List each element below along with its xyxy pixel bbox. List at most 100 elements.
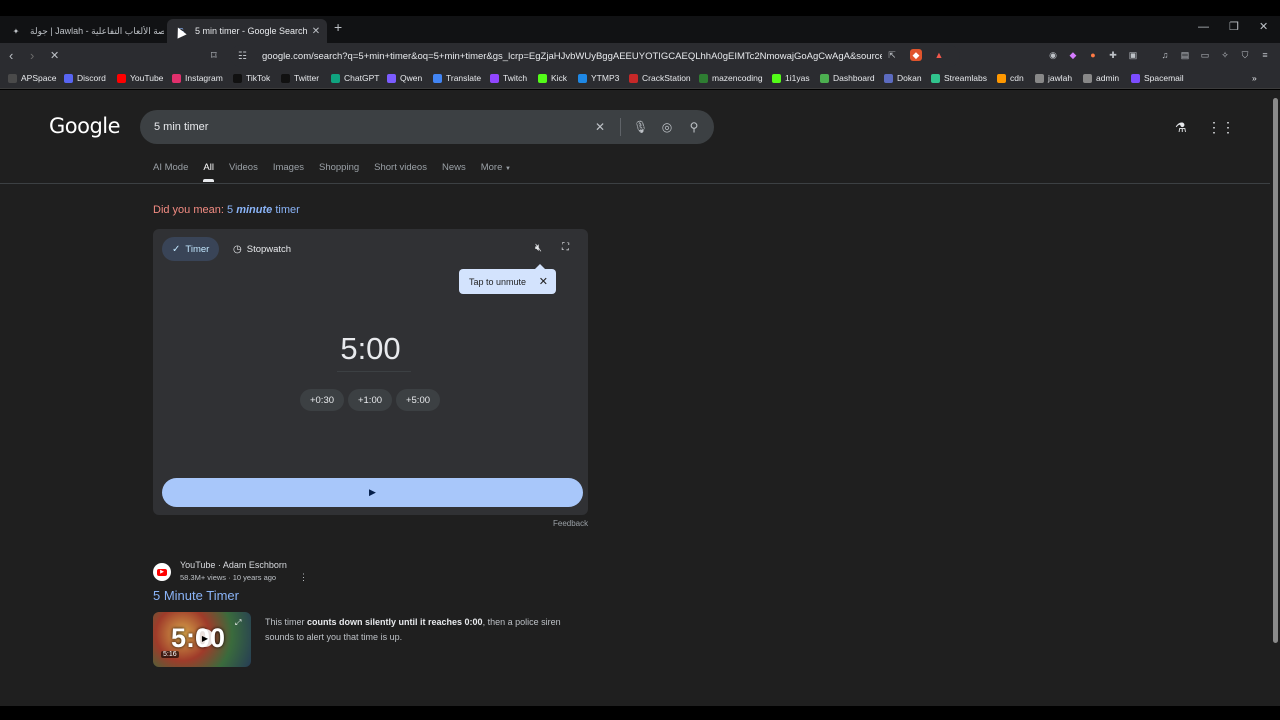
bookmark-qwen[interactable]: Qwen [387, 73, 422, 83]
timer-display-underline [337, 371, 411, 372]
bookmark-cdn[interactable]: cdn [997, 73, 1024, 83]
clear-search-icon[interactable]: ✕ [593, 120, 607, 134]
bookmark-favicon-icon [117, 73, 126, 83]
play-icon: ▶ [369, 487, 376, 497]
google-apps-icon[interactable]: ⋮⋮ [1207, 119, 1235, 136]
extension-1-icon[interactable]: ◉ [1047, 49, 1059, 61]
did-you-mean-link[interactable]: 5 minute timer [227, 204, 300, 216]
video-title-link[interactable]: 5 Minute Timer [153, 588, 239, 603]
new-tab-icon[interactable]: + [334, 19, 342, 35]
restore-icon[interactable]: ❐ [1229, 20, 1239, 33]
bookmark-crackstation[interactable]: CrackStation [629, 73, 691, 83]
bookmark-admin[interactable]: admin [1083, 73, 1119, 83]
bookmark-discord[interactable]: Discord [64, 73, 106, 83]
more-options-icon[interactable]: ⋮ [299, 572, 308, 583]
bookmark-ytmp3[interactable]: YTMP3 [578, 73, 619, 83]
bookmark-favicon-icon [1131, 73, 1140, 83]
bookmark-favicon-icon [997, 73, 1006, 83]
close-tooltip-icon[interactable]: ✕ [539, 275, 548, 288]
feedback-link[interactable]: Feedback [553, 519, 588, 528]
leo-ai-icon[interactable]: ✧ [1219, 49, 1231, 61]
fullscreen-icon[interactable]: ⛶ [562, 242, 569, 253]
forward-icon[interactable]: › [30, 48, 34, 63]
bookmark-label: admin [1096, 73, 1120, 83]
site-settings-icon[interactable]: ☷ [238, 51, 252, 62]
bookmark-kick[interactable]: Kick [538, 73, 567, 83]
lens-search-icon[interactable]: ◎ [660, 120, 674, 134]
chevron-down-icon: ▼ [505, 166, 511, 172]
add-1min-button[interactable]: +1:00 [348, 389, 392, 411]
minimize-icon[interactable]: — [1198, 21, 1209, 33]
bookmark-label: Qwen [400, 73, 423, 83]
extensions-puzzle-icon[interactable]: ✚ [1107, 49, 1119, 61]
bookmark-favicon-icon [233, 73, 242, 83]
voice-search-icon[interactable]: 🎙︎ [633, 120, 648, 134]
brave-rewards-icon[interactable]: ▲ [933, 49, 945, 61]
labs-flask-icon[interactable]: ⚗ [1175, 120, 1187, 136]
wallet-icon[interactable]: ▭ [1199, 49, 1211, 61]
share-icon[interactable]: ⇱ [886, 49, 898, 61]
bookmark-mazencoding[interactable]: mazencoding [699, 73, 763, 83]
timer-tab-button[interactable]: ✓ Timer [162, 237, 220, 261]
bookmark-youtube[interactable]: YouTube [117, 73, 163, 83]
bookmark-dokan[interactable]: Dokan [884, 73, 922, 83]
google-logo[interactable]: Google [49, 114, 121, 138]
bookmark-jawlah[interactable]: jawlah [1035, 73, 1072, 83]
video-thumbnail[interactable]: 5:00 ▶ ⤢ 5:16 [153, 612, 251, 667]
vpn-shield-icon[interactable]: ⛉ [1239, 49, 1251, 61]
bookmark-dashboard[interactable]: Dashboard [820, 73, 875, 83]
bookmark-apspace[interactable]: APSpace [8, 73, 56, 83]
timer-tab-label: Timer [185, 243, 210, 255]
page-scrollbar[interactable] [1270, 90, 1280, 706]
bookmark-chatgpt[interactable]: ChatGPT [331, 73, 379, 83]
bookmark-twitter[interactable]: Twitter [281, 73, 319, 83]
clock-icon: ◷ [233, 243, 242, 255]
close-tab-icon[interactable]: ✕ [309, 26, 323, 37]
muted-speaker-icon[interactable]: 🔇︎ [535, 242, 542, 255]
tooltip-text: Tap to unmute [469, 276, 527, 287]
video-source[interactable]: YouTube · Adam Eschborn [180, 560, 287, 570]
bookmark-tiktok[interactable]: TikTok [233, 73, 270, 83]
address-bar[interactable]: ☷ google.com/search?q=5+min+timer&oq=5+m… [230, 45, 960, 67]
brave-shields-icon[interactable]: ◆ [910, 49, 922, 61]
bookmark-twitch[interactable]: Twitch [490, 73, 527, 83]
bookmark-page-icon[interactable]: ⌑ [211, 49, 217, 62]
tab-google-search[interactable]: G 5 min timer - Google Search ✕ [167, 19, 327, 43]
tab-strip: ✦ جولة | Jawlah - منصة الألعاب التفاعلية… [0, 16, 1280, 43]
expand-icon: ⤢ [235, 618, 242, 627]
bookmark-label: Discord [77, 73, 106, 83]
bookmark-translate[interactable]: Translate [433, 73, 481, 83]
start-timer-button[interactable]: ▶ [162, 478, 583, 507]
add-5min-button[interactable]: +5:00 [396, 389, 440, 411]
bookmark-1i1yas[interactable]: 1i1yas [772, 73, 810, 83]
close-window-icon[interactable]: ✕ [1259, 20, 1268, 33]
extension-2-icon[interactable]: ◆ [1067, 49, 1079, 61]
sidebar-toggle-icon[interactable]: ▤ [1179, 49, 1191, 61]
bookmark-instagram[interactable]: Instagram [172, 73, 223, 83]
stop-loading-icon[interactable]: ✕ [50, 49, 59, 62]
bookmark-streamlabs[interactable]: Streamlabs [931, 73, 987, 83]
bookmark-label: Translate [446, 73, 482, 83]
menu-icon[interactable]: ≡ [1259, 49, 1271, 61]
tab-jawlah[interactable]: ✦ جولة | Jawlah - منصة الألعاب التفاعلية [4, 19, 164, 43]
google-results-page: Google 5 min timer ✕ 🎙︎ ◎ ⚲ ⚗ ⋮⋮ AI Mode… [0, 90, 1270, 706]
timer-display[interactable]: 5:00 [153, 331, 588, 367]
bookmark-favicon-icon [1083, 73, 1092, 83]
bookmark-label: mazencoding [712, 73, 763, 83]
bookmark-spacemail[interactable]: Spacemail [1131, 73, 1184, 83]
stopwatch-tab-button[interactable]: ◷ Stopwatch [223, 237, 301, 261]
tab-title: 5 min timer - Google Search [195, 26, 308, 36]
bookmark-label: 1i1yas [785, 73, 810, 83]
more-bookmarks-icon[interactable]: » [1252, 73, 1257, 83]
bookmark-label: ChatGPT [344, 73, 380, 83]
bookmark-label: Spacemail [1144, 73, 1184, 83]
search-input[interactable]: 5 min timer [154, 121, 593, 133]
add-30s-button[interactable]: +0:30 [300, 389, 344, 411]
scrollbar-thumb[interactable] [1273, 98, 1278, 643]
search-box[interactable]: 5 min timer ✕ 🎙︎ ◎ ⚲ [140, 110, 714, 144]
back-icon[interactable]: ‹ [9, 48, 13, 63]
extension-3-icon[interactable]: ● [1087, 49, 1099, 61]
sidebar-panel-icon[interactable]: ▣ [1127, 49, 1139, 61]
media-icon[interactable]: ♫ [1159, 49, 1171, 61]
search-icon[interactable]: ⚲ [687, 120, 701, 134]
